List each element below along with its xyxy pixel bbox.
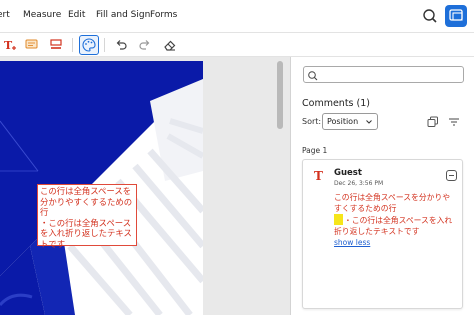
textbox-line: トです	[40, 238, 66, 249]
highlight-tool-button[interactable]	[46, 35, 66, 55]
comments-panel: Comments (1) Sort: Position Page 1 T Gue…	[291, 57, 474, 315]
sort-dropdown[interactable]: Position	[322, 113, 378, 130]
eraser-button[interactable]	[160, 35, 180, 55]
textbox-line: を入れ折り返したテキス	[40, 228, 132, 239]
highlighter-icon	[50, 39, 62, 49]
page-group-label: Page 1	[302, 146, 328, 155]
toolbar-separator	[104, 38, 105, 52]
textbox-line: 分かりやすくするための	[40, 196, 133, 207]
search-icon	[423, 9, 437, 23]
search-button[interactable]	[419, 5, 441, 27]
sort-label: Sort:	[302, 117, 322, 126]
redo-button[interactable]	[135, 35, 155, 55]
text-tool-button[interactable]: T	[0, 35, 20, 55]
comment-line: ・この行は全角スペースを入れ	[334, 214, 456, 227]
comments-title: Comments (1)	[302, 98, 370, 109]
sort-value: Position	[327, 117, 359, 126]
search-icon	[308, 71, 318, 81]
chevron-down-icon	[366, 120, 372, 124]
svg-text:T: T	[4, 39, 13, 52]
filter-icon[interactable]	[448, 116, 460, 128]
comment-line: この行は全角スペースを分かりや	[334, 193, 451, 202]
app-window: ert Measure Edit Fill and Sign Forms T	[0, 0, 474, 315]
text-comment-icon: T	[314, 169, 323, 182]
text-highlight	[334, 214, 343, 226]
svg-text:T: T	[314, 169, 323, 182]
comment-date: Dec 26, 3:56 PM	[334, 180, 384, 187]
text-tool-icon: T	[4, 39, 16, 52]
comment-line: すくするための行	[334, 203, 397, 213]
undo-icon	[116, 40, 127, 50]
toolbar-separator	[72, 38, 73, 52]
comment-tool-button[interactable]	[22, 35, 42, 55]
textbox-line: この行は全角スペースを	[40, 186, 132, 196]
sticky-note-icon	[25, 39, 38, 49]
palette-icon	[82, 38, 96, 52]
scrollbar-thumb[interactable]	[277, 61, 283, 129]
menu-edit[interactable]: Edit	[68, 10, 85, 20]
comments-panel-icon	[449, 9, 463, 21]
comment-author: Guest	[334, 168, 362, 178]
comment-search-input[interactable]	[303, 66, 464, 83]
palette-tool-button[interactable]	[79, 35, 99, 55]
comment-line-text: ・この行は全角スペースを入れ	[344, 216, 453, 226]
toolbar: T	[0, 33, 474, 57]
menu-fill-and-sign[interactable]: Fill and Sign	[96, 10, 150, 20]
textbox-line: 行	[40, 207, 49, 218]
document-viewer[interactable]: この行は全角スペースを 分かりやすくするための 行 ・この行は全角スペース を入…	[0, 57, 290, 315]
eraser-icon	[164, 40, 176, 51]
menu-forms[interactable]: Forms	[150, 10, 177, 20]
show-less-link[interactable]: show less	[334, 238, 370, 247]
menu-bar: ert Measure Edit Fill and Sign Forms	[0, 0, 474, 33]
pdf-page[interactable]: この行は全角スペースを 分かりやすくするための 行 ・この行は全角スペース を入…	[0, 61, 203, 315]
menu-measure[interactable]: Measure	[23, 10, 61, 20]
comment-body: この行は全角スペースを分かりや すくするための行 ・この行は全角スペースを入れ …	[334, 193, 456, 237]
comment-card[interactable]: T Guest Dec 26, 3:56 PM この行は全角スペースを分かりや …	[302, 159, 463, 309]
comment-line: 折り返したテキストです	[334, 226, 420, 236]
collapse-comment-button[interactable]	[446, 170, 457, 181]
menu-insert[interactable]: ert	[0, 10, 10, 20]
free-text-annotation[interactable]: この行は全角スペースを 分かりやすくするための 行 ・この行は全角スペース を入…	[37, 184, 137, 249]
redo-icon	[139, 40, 150, 50]
copy-icon[interactable]	[427, 116, 439, 128]
comments-panel-button[interactable]	[445, 5, 467, 27]
textbox-line: ・この行は全角スペース	[40, 217, 132, 228]
undo-button[interactable]	[111, 35, 131, 55]
